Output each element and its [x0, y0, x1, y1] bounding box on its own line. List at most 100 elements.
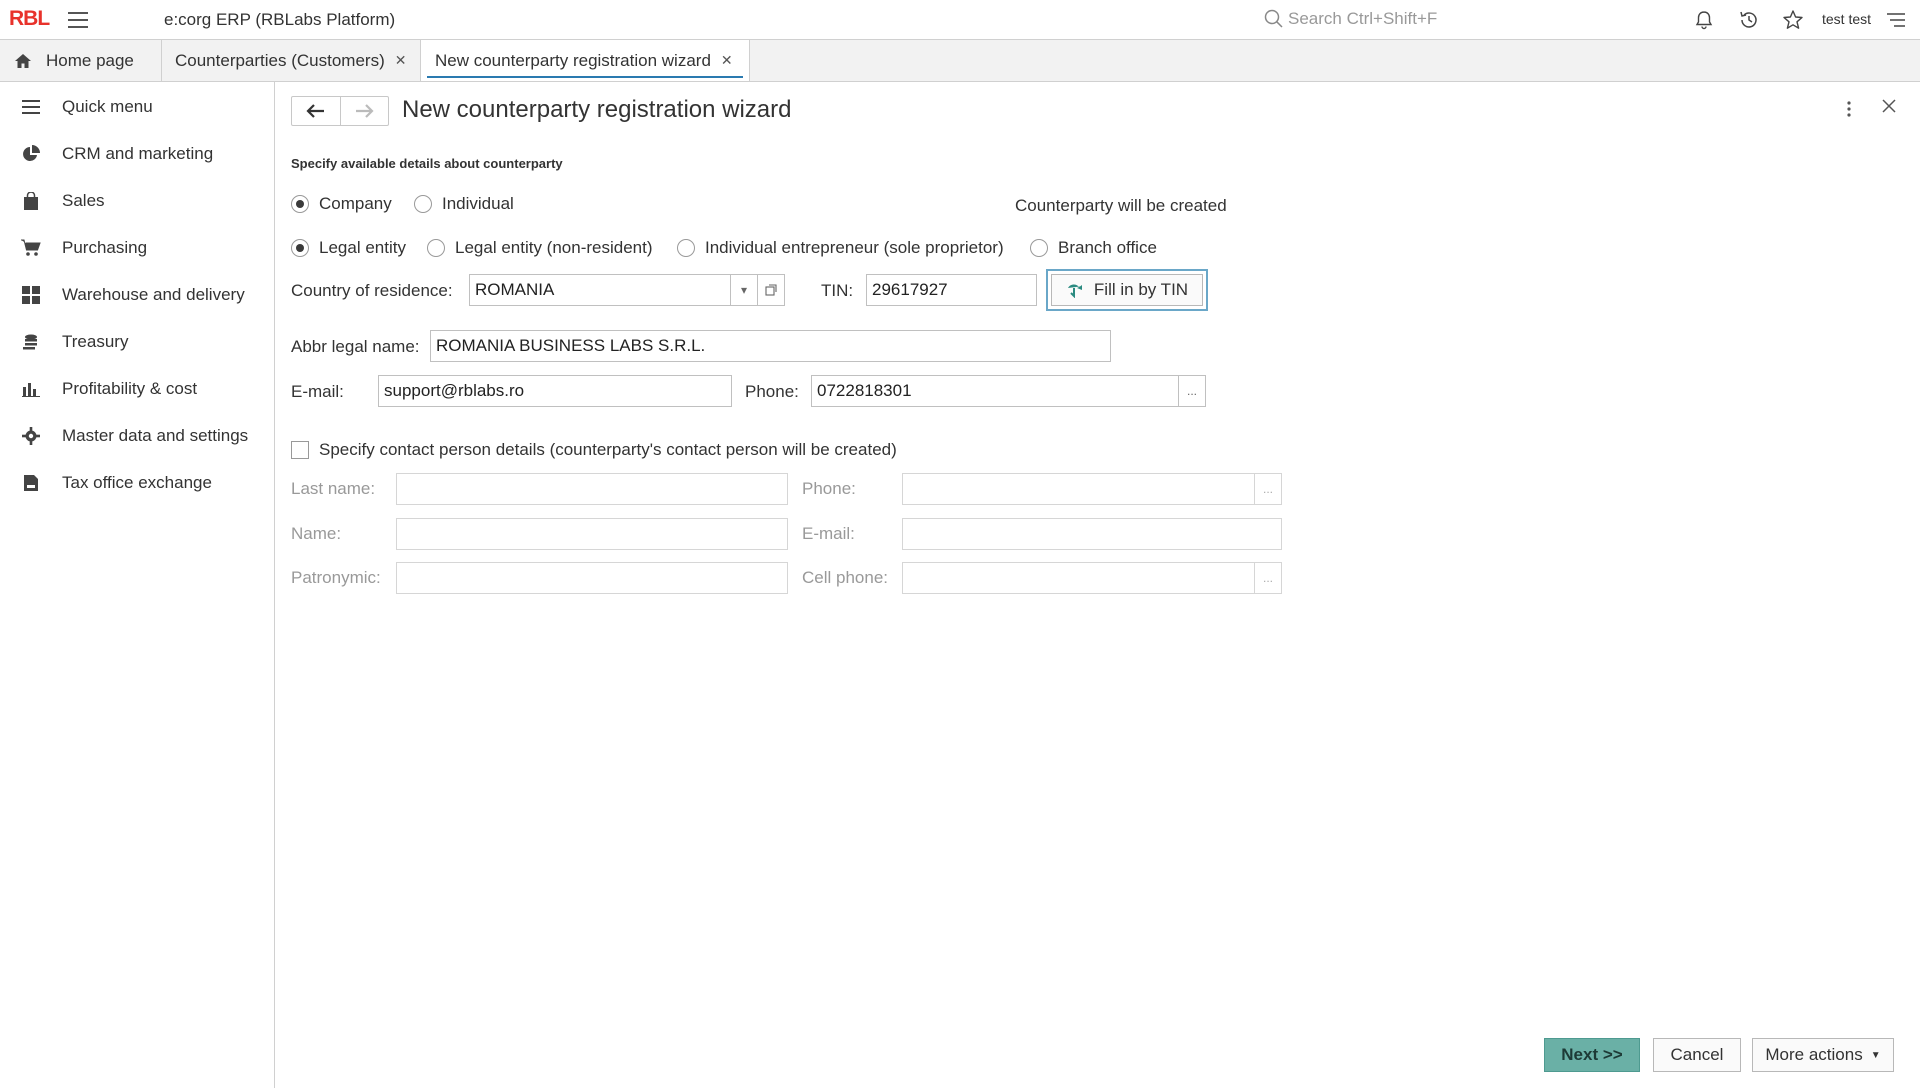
page-title: New counterparty registration wizard [402, 96, 792, 123]
checkbox-label: Specify contact person details (counterp… [319, 440, 897, 459]
active-tab-indicator [427, 76, 743, 78]
button-label: Next >> [1561, 1045, 1623, 1064]
radio-legal-entity-nonresident[interactable]: Legal entity (non-resident) [427, 238, 653, 258]
shopping-bag-icon [21, 191, 41, 211]
sidebar-item-quick-menu[interactable]: Quick menu [0, 87, 274, 127]
tab-registration-wizard[interactable]: New counterparty registration wizard ✕ [421, 40, 750, 81]
contact-email-label: E-mail: [802, 524, 855, 543]
radio-company[interactable]: Company [291, 194, 392, 214]
tab-counterparties[interactable]: Counterparties (Customers) ✕ [162, 40, 421, 81]
ellipsis-button[interactable]: ... [1254, 563, 1281, 593]
country-label: Country of residence: [291, 281, 453, 300]
close-icon[interactable]: ✕ [395, 52, 407, 69]
close-icon[interactable] [1882, 98, 1896, 118]
button-label: Fill in by TIN [1093, 280, 1189, 299]
radio-branch-office[interactable]: Branch office [1030, 238, 1157, 258]
sidebar-item-label: Profitability & cost [62, 379, 198, 398]
tab-home[interactable]: Home page [0, 40, 162, 81]
patronymic-label: Patronymic: [291, 568, 381, 587]
sidebar-item-master-data[interactable]: Master data and settings [0, 416, 274, 456]
app-logo[interactable]: RBL [9, 7, 50, 31]
gear-icon [21, 426, 41, 446]
abbr-name-input[interactable]: ROMANIA BUSINESS LABS S.R.L. [430, 330, 1111, 362]
forward-button[interactable] [339, 97, 388, 125]
app-title: e:corg ERP (RBLabs Platform) [164, 10, 396, 29]
last-name-label: Last name: [291, 479, 376, 498]
country-value: ROMANIA [475, 280, 555, 299]
more-vertical-icon[interactable] [1846, 100, 1852, 123]
history-icon[interactable] [1737, 8, 1761, 32]
tin-label: TIN: [821, 281, 854, 300]
abbr-name-value: ROMANIA BUSINESS LABS S.R.L. [436, 336, 706, 355]
top-bar: RBL e:corg ERP (RBLabs Platform) Search … [0, 0, 1920, 40]
sidebar-item-label: Sales [62, 191, 105, 210]
settings-menu-icon[interactable] [1884, 8, 1908, 32]
radio-indicator [414, 195, 432, 213]
open-link-icon[interactable] [757, 275, 784, 305]
ellipsis-button[interactable]: ... [1178, 376, 1205, 406]
tab-label: New counterparty registration wizard [435, 50, 711, 70]
sidebar-item-label: Master data and settings [62, 426, 249, 445]
contact-phone-input[interactable]: ... [902, 473, 1282, 505]
bell-icon[interactable] [1692, 8, 1716, 32]
pie-chart-icon [21, 144, 41, 164]
chevron-down-icon: ▼ [1870, 1049, 1881, 1061]
main-menu-icon[interactable] [68, 12, 88, 28]
search-icon [1264, 9, 1283, 28]
contact-email-input[interactable] [902, 518, 1282, 550]
sidebar-item-purchasing[interactable]: Purchasing [0, 228, 274, 268]
ellipsis-button[interactable]: ... [1254, 474, 1281, 504]
sidebar-item-sales[interactable]: Sales [0, 181, 274, 221]
email-label: E-mail: [291, 382, 344, 401]
refresh-arrow-icon [1067, 284, 1082, 298]
patronymic-input[interactable] [396, 562, 788, 594]
sidebar-item-label: Purchasing [62, 238, 148, 257]
grid-icon [21, 285, 41, 305]
radio-individual[interactable]: Individual [414, 194, 514, 214]
history-nav [291, 96, 389, 126]
tab-label: Home page [46, 50, 134, 70]
back-button[interactable] [292, 97, 340, 125]
fill-by-tin-button-focus: Fill in by TIN [1046, 269, 1208, 311]
radio-sole-proprietor[interactable]: Individual entrepreneur (sole proprietor… [677, 238, 1004, 258]
contact-person-checkbox[interactable]: Specify contact person details (counterp… [291, 440, 897, 460]
last-name-input[interactable] [396, 473, 788, 505]
tin-value: 29617927 [872, 280, 948, 299]
abbr-name-label: Abbr legal name: [291, 337, 420, 356]
radio-indicator [291, 239, 309, 257]
sidebar-item-treasury[interactable]: Treasury [0, 322, 274, 362]
contact-phone-label: Phone: [802, 479, 856, 498]
phone-input[interactable]: 0722818301 ... [811, 375, 1206, 407]
arrow-left-icon [306, 104, 324, 118]
radio-label: Legal entity [319, 238, 406, 257]
chevron-down-icon[interactable]: ▾ [730, 275, 757, 305]
close-icon[interactable]: ✕ [721, 52, 733, 69]
global-search[interactable]: Search Ctrl+Shift+F [1264, 9, 1437, 29]
country-select[interactable]: ROMANIA ▾ [469, 274, 785, 306]
phone-value: 0722818301 [817, 381, 912, 400]
email-input[interactable]: support@rblabs.ro [378, 375, 732, 407]
radio-indicator [1030, 239, 1048, 257]
next-button[interactable]: Next >> [1544, 1038, 1640, 1072]
form-subheading: Specify available details about counterp… [291, 156, 563, 171]
more-actions-button[interactable]: More actions ▼ [1752, 1038, 1894, 1072]
star-icon[interactable] [1781, 8, 1805, 32]
name-input[interactable] [396, 518, 788, 550]
cell-phone-label: Cell phone: [802, 568, 889, 587]
tin-input[interactable]: 29617927 [866, 274, 1037, 306]
sidebar-item-profitability[interactable]: Profitability & cost [0, 369, 274, 409]
radio-legal-entity[interactable]: Legal entity [291, 238, 406, 258]
home-icon [15, 53, 31, 68]
user-name[interactable]: test test [1822, 11, 1871, 27]
menu-list-icon [21, 97, 41, 117]
fill-by-tin-button[interactable]: Fill in by TIN [1051, 274, 1203, 306]
cell-phone-input[interactable]: ... [902, 562, 1282, 594]
phone-label: Phone: [745, 382, 799, 401]
sidebar-item-label: CRM and marketing [62, 144, 214, 163]
cancel-button[interactable]: Cancel [1653, 1038, 1741, 1072]
tab-label: Counterparties (Customers) [175, 50, 385, 70]
sidebar-item-warehouse[interactable]: Warehouse and delivery [0, 275, 274, 315]
sidebar-item-tax-office[interactable]: Tax office exchange [0, 463, 274, 503]
sidebar-item-crm[interactable]: CRM and marketing [0, 134, 274, 174]
tab-bar: Home page Counterparties (Customers) ✕ N… [0, 40, 1920, 82]
